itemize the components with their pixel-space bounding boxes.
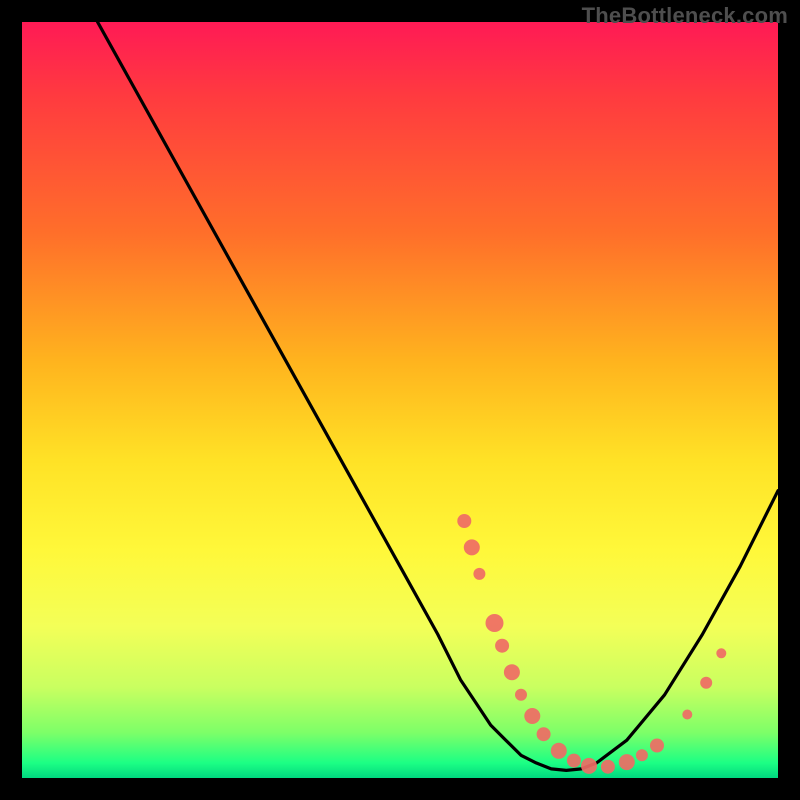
- curve-marker: [581, 758, 597, 774]
- curve-marker: [650, 739, 664, 753]
- curve-marker: [504, 664, 520, 680]
- curve-marker: [682, 710, 692, 720]
- watermark-text: TheBottleneck.com: [582, 3, 788, 29]
- curve-marker: [716, 648, 726, 658]
- bottleneck-curve: [98, 22, 778, 770]
- curve-marker: [473, 568, 485, 580]
- curve-marker: [619, 754, 635, 770]
- curve-path: [98, 22, 778, 770]
- curve-markers: [457, 514, 726, 774]
- curve-marker: [601, 760, 615, 774]
- chart-frame: [22, 22, 778, 778]
- chart-overlay: [22, 22, 778, 778]
- curve-marker: [486, 614, 504, 632]
- curve-marker: [537, 727, 551, 741]
- curve-marker: [567, 754, 581, 768]
- curve-marker: [464, 539, 480, 555]
- curve-marker: [700, 677, 712, 689]
- curve-marker: [457, 514, 471, 528]
- curve-marker: [636, 749, 648, 761]
- curve-marker: [551, 743, 567, 759]
- curve-marker: [495, 639, 509, 653]
- curve-marker: [515, 689, 527, 701]
- curve-marker: [524, 708, 540, 724]
